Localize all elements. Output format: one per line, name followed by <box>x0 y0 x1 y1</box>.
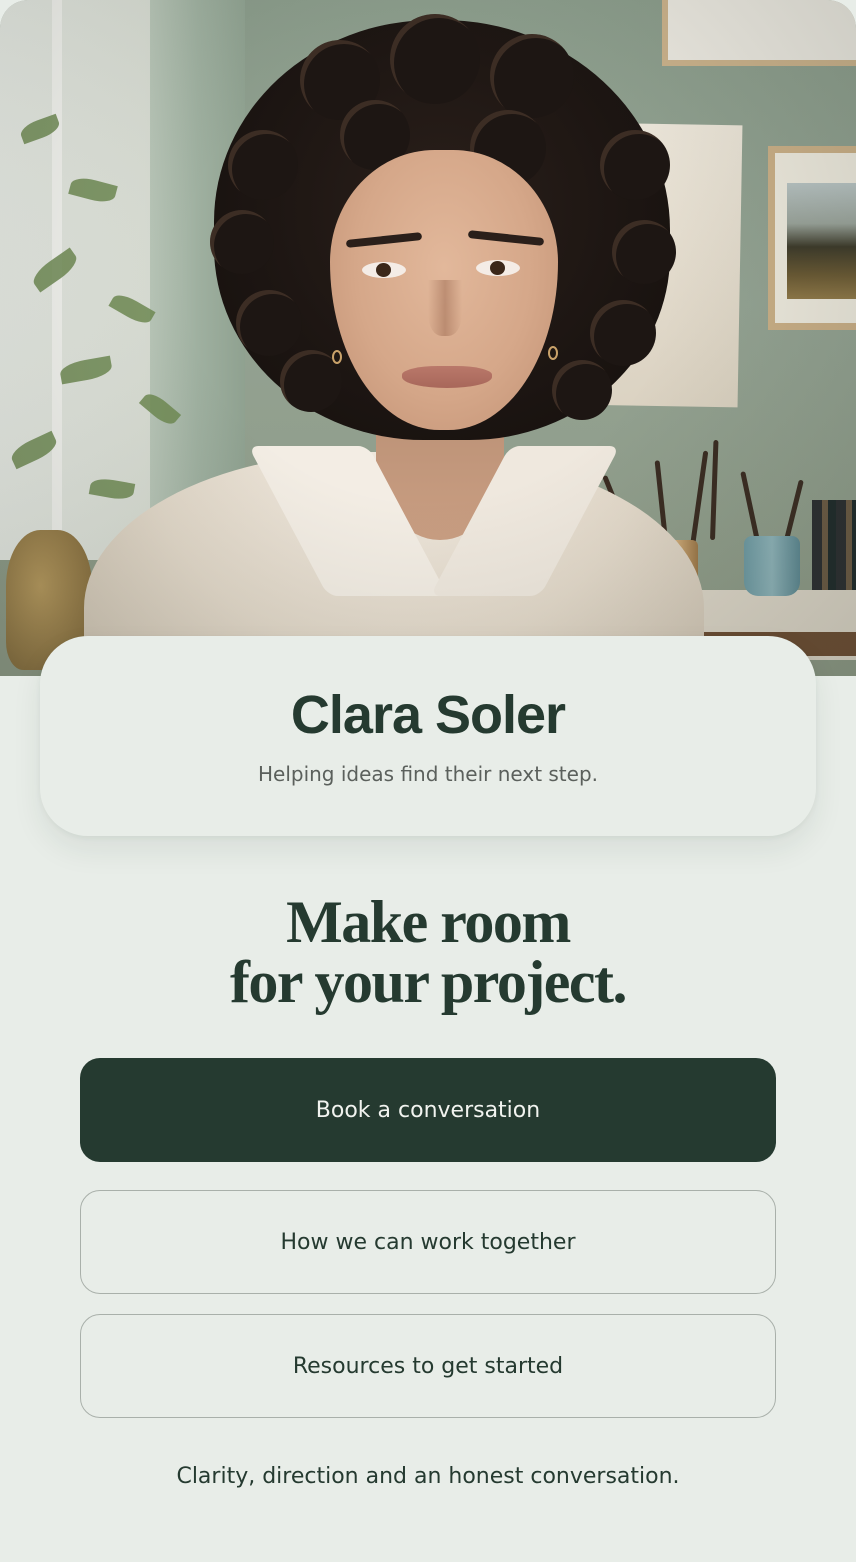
work-together-button[interactable]: How we can work together <box>80 1190 776 1294</box>
book-conversation-button[interactable]: Book a conversation <box>80 1058 776 1162</box>
footer-text: Clarity, direction and an honest convers… <box>176 1464 680 1489</box>
headline-line-2: for your project. <box>229 949 628 1015</box>
photo-window <box>0 0 240 560</box>
resources-button[interactable]: Resources to get started <box>80 1314 776 1418</box>
page-headline: Make room for your project. <box>0 892 856 1012</box>
profile-photo <box>0 0 856 676</box>
link-in-bio-page: Clara Soler Helping ideas find their nex… <box>0 0 856 1562</box>
headline-line-1: Make room <box>286 889 571 955</box>
profile-name: Clara Soler <box>290 685 566 745</box>
profile-tagline: Helping ideas find their next step. <box>257 762 599 786</box>
